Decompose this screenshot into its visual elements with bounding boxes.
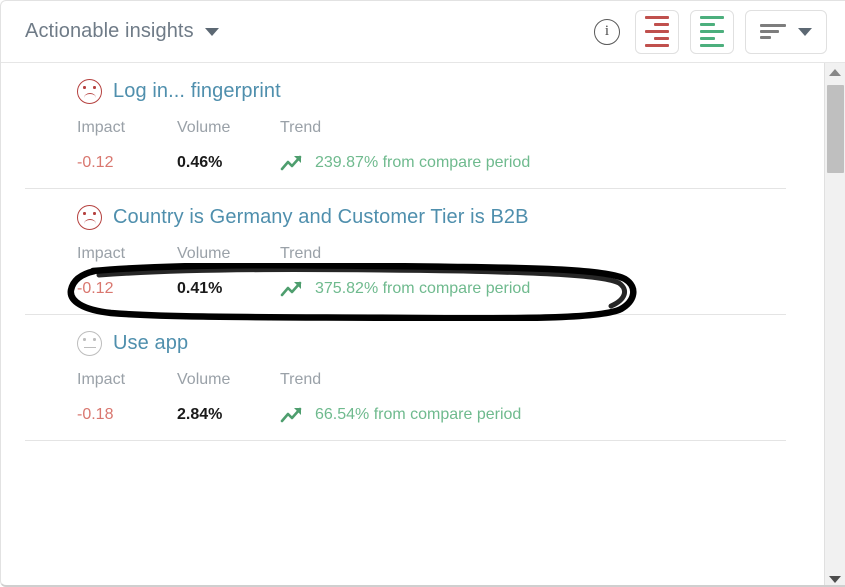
trend-label: Trend bbox=[280, 119, 322, 136]
trend-label: Trend bbox=[280, 245, 322, 262]
info-icon[interactable]: i bbox=[594, 18, 620, 45]
volume-value: 2.84% bbox=[177, 406, 223, 423]
scrollbar-track[interactable] bbox=[825, 81, 845, 570]
metric-headers: Impact Volume Trend bbox=[77, 245, 786, 263]
trend-value-wrap: 375.82% from compare period bbox=[280, 280, 786, 298]
insight-metrics: Impact Volume Trend -0.18 2.84% 66.54% f… bbox=[25, 371, 786, 440]
chevron-down-icon[interactable] bbox=[798, 27, 812, 36]
bar-segment bbox=[760, 36, 771, 40]
insights-panel: Actionable insights i Log in... fingerpr… bbox=[0, 0, 845, 587]
insight-title-link[interactable]: Country is Germany and Customer Tier is … bbox=[113, 206, 529, 229]
bar-segment bbox=[653, 36, 669, 41]
list-item[interactable]: Country is Germany and Customer Tier is … bbox=[1, 189, 810, 314]
volume-label: Volume bbox=[177, 371, 231, 388]
header-actions: i bbox=[594, 9, 827, 54]
impact-label: Impact bbox=[77, 245, 126, 262]
insight-title-row[interactable]: Use app bbox=[25, 315, 786, 371]
insights-list: Log in... fingerprint Impact Volume Tren… bbox=[1, 63, 810, 441]
scroll-down-icon[interactable] bbox=[825, 570, 845, 585]
bar-segment bbox=[760, 29, 779, 34]
mouth bbox=[83, 219, 96, 224]
insight-title-row[interactable]: Country is Germany and Customer Tier is … bbox=[25, 189, 786, 245]
sort-icon bbox=[760, 23, 786, 40]
panel-header: Actionable insights i bbox=[1, 1, 845, 63]
scroll-up-icon[interactable] bbox=[825, 63, 845, 81]
bar-segment bbox=[700, 22, 716, 27]
trend-value: 66.54% from compare period bbox=[315, 406, 522, 423]
trending-up-icon bbox=[280, 281, 302, 297]
eye bbox=[83, 211, 86, 216]
divider bbox=[25, 440, 786, 441]
sad-face-icon bbox=[77, 204, 102, 230]
eye bbox=[93, 85, 96, 90]
impact-value: -0.18 bbox=[77, 406, 114, 423]
triangle-down bbox=[829, 575, 841, 583]
insight-metrics: Impact Volume Trend -0.12 0.46% 239.87% bbox=[25, 119, 786, 188]
scroll-thumb[interactable] bbox=[827, 85, 844, 173]
bar-segment bbox=[700, 43, 724, 48]
trend-value-wrap: 66.54% from compare period bbox=[280, 406, 786, 424]
metric-values: -0.18 2.84% 66.54% from compare period bbox=[77, 406, 786, 424]
impact-value: -0.12 bbox=[77, 154, 114, 171]
mouth bbox=[83, 346, 96, 348]
impact-label: Impact bbox=[77, 371, 126, 388]
trend-value: 375.82% from compare period bbox=[315, 280, 531, 297]
volume-value: 0.46% bbox=[177, 154, 223, 171]
volume-value: 0.41% bbox=[177, 280, 223, 297]
insight-title-link[interactable]: Log in... fingerprint bbox=[113, 80, 281, 103]
volume-label: Volume bbox=[177, 119, 231, 136]
impact-label: Impact bbox=[77, 119, 126, 136]
metric-values: -0.12 0.46% 239.87% from compare period bbox=[77, 154, 786, 172]
metric-headers: Impact Volume Trend bbox=[77, 119, 786, 137]
metric-values: -0.12 0.41% 375.82% from compare period bbox=[77, 280, 786, 298]
sort-button[interactable] bbox=[745, 9, 827, 54]
bar-segment bbox=[645, 29, 669, 34]
triangle-up bbox=[829, 68, 841, 76]
insight-title-row[interactable]: Log in... fingerprint bbox=[25, 63, 786, 119]
bar-segment bbox=[645, 43, 669, 48]
impact-value: -0.12 bbox=[77, 280, 114, 297]
neutral-face-icon bbox=[77, 330, 102, 356]
trending-up-icon bbox=[280, 155, 302, 171]
eye bbox=[93, 337, 96, 342]
trend-value-wrap: 239.87% from compare period bbox=[280, 154, 786, 172]
bars-left-aligned-icon bbox=[700, 15, 724, 20]
list-item[interactable]: Use app Impact Volume Trend -0.18 2.84% bbox=[1, 315, 810, 440]
eye bbox=[93, 211, 96, 216]
chevron-down-icon[interactable] bbox=[204, 27, 219, 36]
page-title: Actionable insights bbox=[25, 20, 194, 42]
insights-scroll-area: Log in... fingerprint Impact Volume Tren… bbox=[1, 63, 845, 585]
info-glyph: i bbox=[604, 23, 610, 39]
sad-face-icon bbox=[77, 78, 102, 104]
bar-segment bbox=[653, 22, 669, 27]
trending-up-icon bbox=[280, 407, 302, 423]
list-item[interactable]: Log in... fingerprint Impact Volume Tren… bbox=[1, 63, 810, 188]
vertical-scrollbar[interactable] bbox=[824, 63, 845, 585]
bars-right-aligned-icon bbox=[645, 15, 669, 20]
bar-segment bbox=[700, 29, 724, 34]
bar-segment bbox=[760, 23, 786, 27]
increase-insights-button[interactable] bbox=[690, 9, 734, 54]
trend-label: Trend bbox=[280, 371, 322, 388]
insight-metrics: Impact Volume Trend -0.12 0.41% 375.82% bbox=[25, 245, 786, 314]
panel-title-dropdown[interactable]: Actionable insights bbox=[25, 20, 219, 43]
decrease-insights-button[interactable] bbox=[635, 9, 679, 54]
metric-headers: Impact Volume Trend bbox=[77, 371, 786, 389]
insight-title-link[interactable]: Use app bbox=[113, 332, 188, 355]
mouth bbox=[83, 93, 96, 98]
trend-value: 239.87% from compare period bbox=[315, 154, 531, 171]
volume-label: Volume bbox=[177, 245, 231, 262]
bar-segment bbox=[700, 36, 716, 41]
eye bbox=[83, 337, 86, 342]
eye bbox=[83, 85, 86, 90]
